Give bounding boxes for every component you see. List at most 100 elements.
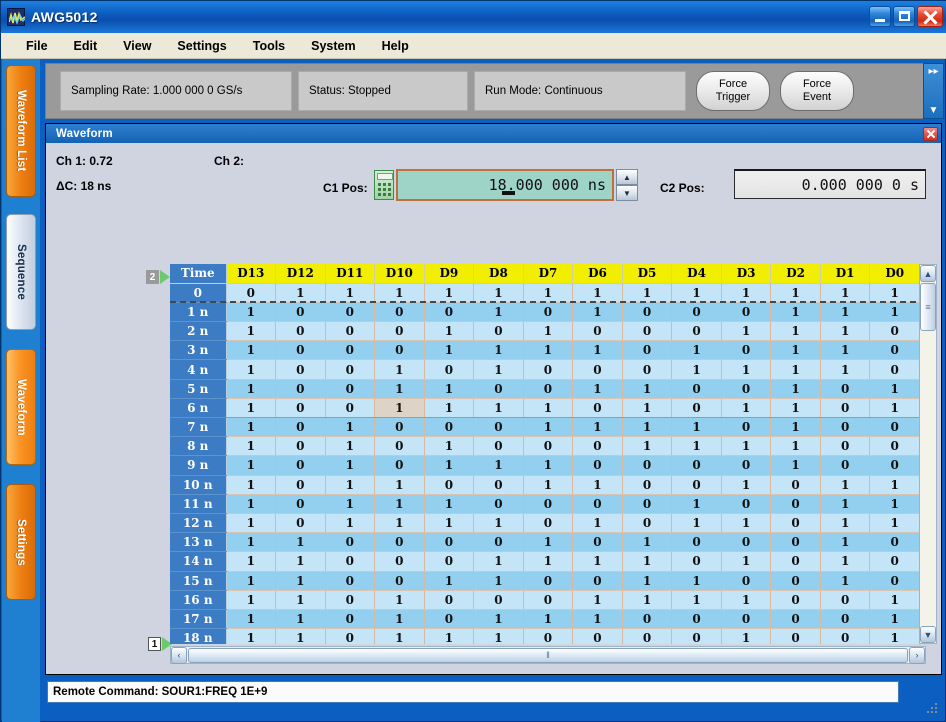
table-row[interactable]: 18 n11011100001001 <box>170 629 920 644</box>
column-header-d0[interactable]: D0 <box>870 264 920 283</box>
bit-cell[interactable]: 0 <box>276 341 326 360</box>
bit-cell[interactable]: 1 <box>573 418 623 437</box>
bit-cell[interactable]: 0 <box>771 552 821 571</box>
bit-cell[interactable]: 0 <box>672 456 722 475</box>
scroll-left-icon[interactable]: ‹ <box>171 647 187 664</box>
bit-cell[interactable]: 1 <box>672 283 722 302</box>
bit-cell[interactable]: 0 <box>573 437 623 456</box>
menu-help[interactable]: Help <box>371 36 420 56</box>
bit-cell[interactable]: 1 <box>226 533 276 552</box>
bit-cell[interactable]: 1 <box>721 513 771 532</box>
bit-cell[interactable]: 1 <box>523 609 573 628</box>
bit-cell[interactable]: 0 <box>325 322 375 341</box>
bit-cell[interactable]: 1 <box>276 571 326 590</box>
bit-cell[interactable]: 0 <box>870 533 920 552</box>
bit-cell[interactable]: 1 <box>523 322 573 341</box>
bit-cell[interactable]: 1 <box>622 437 672 456</box>
table-row[interactable]: 15 n11001100110010 <box>170 571 920 590</box>
bit-cell[interactable]: 1 <box>474 360 524 379</box>
table-row[interactable]: 6 n10011110101101 <box>170 398 920 417</box>
bit-cell[interactable]: 1 <box>474 302 524 321</box>
bit-cell[interactable]: 1 <box>721 475 771 494</box>
bit-cell[interactable]: 0 <box>276 360 326 379</box>
bit-cell[interactable]: 1 <box>325 494 375 513</box>
bit-cell[interactable]: 0 <box>820 629 870 644</box>
table-row[interactable]: 16 n11010001111001 <box>170 590 920 609</box>
bit-cell[interactable]: 0 <box>474 494 524 513</box>
bit-cell[interactable]: 1 <box>325 513 375 532</box>
column-header-d1[interactable]: D1 <box>820 264 870 283</box>
bit-cell[interactable]: 1 <box>523 398 573 417</box>
bit-cell[interactable]: 0 <box>474 322 524 341</box>
bit-cell[interactable]: 1 <box>771 341 821 360</box>
bit-cell[interactable]: 0 <box>870 552 920 571</box>
bit-cell[interactable]: 1 <box>820 571 870 590</box>
bit-cell[interactable]: 0 <box>424 609 474 628</box>
bit-cell[interactable]: 0 <box>672 398 722 417</box>
bit-cell[interactable]: 1 <box>226 456 276 475</box>
bit-cell[interactable]: 1 <box>424 571 474 590</box>
bit-cell[interactable]: 1 <box>226 571 276 590</box>
bit-cell[interactable]: 0 <box>424 418 474 437</box>
bit-cell[interactable]: 1 <box>771 283 821 302</box>
pattern-table[interactable]: TimeD13D12D11D10D9D8D7D6D5D4D3D2D1D0 001… <box>170 264 920 644</box>
bit-cell[interactable]: 0 <box>771 513 821 532</box>
bit-cell[interactable]: 0 <box>622 475 672 494</box>
bit-cell[interactable]: 1 <box>375 283 425 302</box>
bit-cell[interactable]: 1 <box>771 418 821 437</box>
bit-cell[interactable]: 0 <box>771 590 821 609</box>
bit-cell[interactable]: 0 <box>622 456 672 475</box>
bit-cell[interactable]: 1 <box>523 475 573 494</box>
bit-cell[interactable]: 1 <box>523 418 573 437</box>
bit-cell[interactable]: 1 <box>721 629 771 644</box>
bit-cell[interactable]: 0 <box>325 302 375 321</box>
bit-cell[interactable]: 0 <box>375 552 425 571</box>
bit-cell[interactable]: 1 <box>820 494 870 513</box>
table-row[interactable]: 8 n10101000111100 <box>170 437 920 456</box>
bit-cell[interactable]: 0 <box>672 322 722 341</box>
table-row[interactable]: 4 n10010100011110 <box>170 360 920 379</box>
bit-cell[interactable]: 0 <box>474 379 524 398</box>
bit-cell[interactable]: 1 <box>375 398 425 417</box>
bit-cell[interactable]: 1 <box>523 283 573 302</box>
minimize-button[interactable] <box>869 6 891 27</box>
bit-cell[interactable]: 1 <box>523 456 573 475</box>
bit-cell[interactable]: 0 <box>276 302 326 321</box>
bit-cell[interactable]: 0 <box>721 302 771 321</box>
bit-cell[interactable]: 0 <box>672 533 722 552</box>
bit-cell[interactable]: 0 <box>820 590 870 609</box>
bit-cell[interactable]: 1 <box>474 609 524 628</box>
marker-1[interactable]: 1 <box>148 637 172 651</box>
bit-cell[interactable]: 1 <box>573 475 623 494</box>
bit-cell[interactable]: 1 <box>276 533 326 552</box>
bit-cell[interactable]: 0 <box>820 418 870 437</box>
bit-cell[interactable]: 1 <box>424 341 474 360</box>
bit-cell[interactable]: 0 <box>523 379 573 398</box>
bit-cell[interactable]: 1 <box>474 571 524 590</box>
bit-cell[interactable]: 1 <box>474 552 524 571</box>
bit-cell[interactable]: 1 <box>424 456 474 475</box>
bit-cell[interactable]: 1 <box>771 437 821 456</box>
bit-cell[interactable]: 0 <box>226 283 276 302</box>
bit-cell[interactable]: 1 <box>870 513 920 532</box>
sidebar-item-sequence[interactable]: Sequence <box>6 214 36 330</box>
bit-cell[interactable]: 0 <box>474 418 524 437</box>
bit-cell[interactable]: 0 <box>276 437 326 456</box>
close-button[interactable] <box>917 6 943 27</box>
bit-cell[interactable]: 1 <box>820 552 870 571</box>
bit-cell[interactable]: 0 <box>276 398 326 417</box>
bit-cell[interactable]: 1 <box>375 379 425 398</box>
bit-cell[interactable]: 0 <box>523 437 573 456</box>
bit-cell[interactable]: 1 <box>424 398 474 417</box>
bit-cell[interactable]: 1 <box>276 590 326 609</box>
bit-cell[interactable]: 0 <box>474 533 524 552</box>
bit-cell[interactable]: 1 <box>820 283 870 302</box>
menu-system[interactable]: System <box>300 36 366 56</box>
bit-cell[interactable]: 0 <box>771 475 821 494</box>
bit-cell[interactable]: 1 <box>226 437 276 456</box>
bit-cell[interactable]: 1 <box>771 379 821 398</box>
bit-cell[interactable]: 1 <box>820 341 870 360</box>
maximize-button[interactable] <box>893 6 915 27</box>
bit-cell[interactable]: 1 <box>870 609 920 628</box>
bit-cell[interactable]: 1 <box>226 379 276 398</box>
